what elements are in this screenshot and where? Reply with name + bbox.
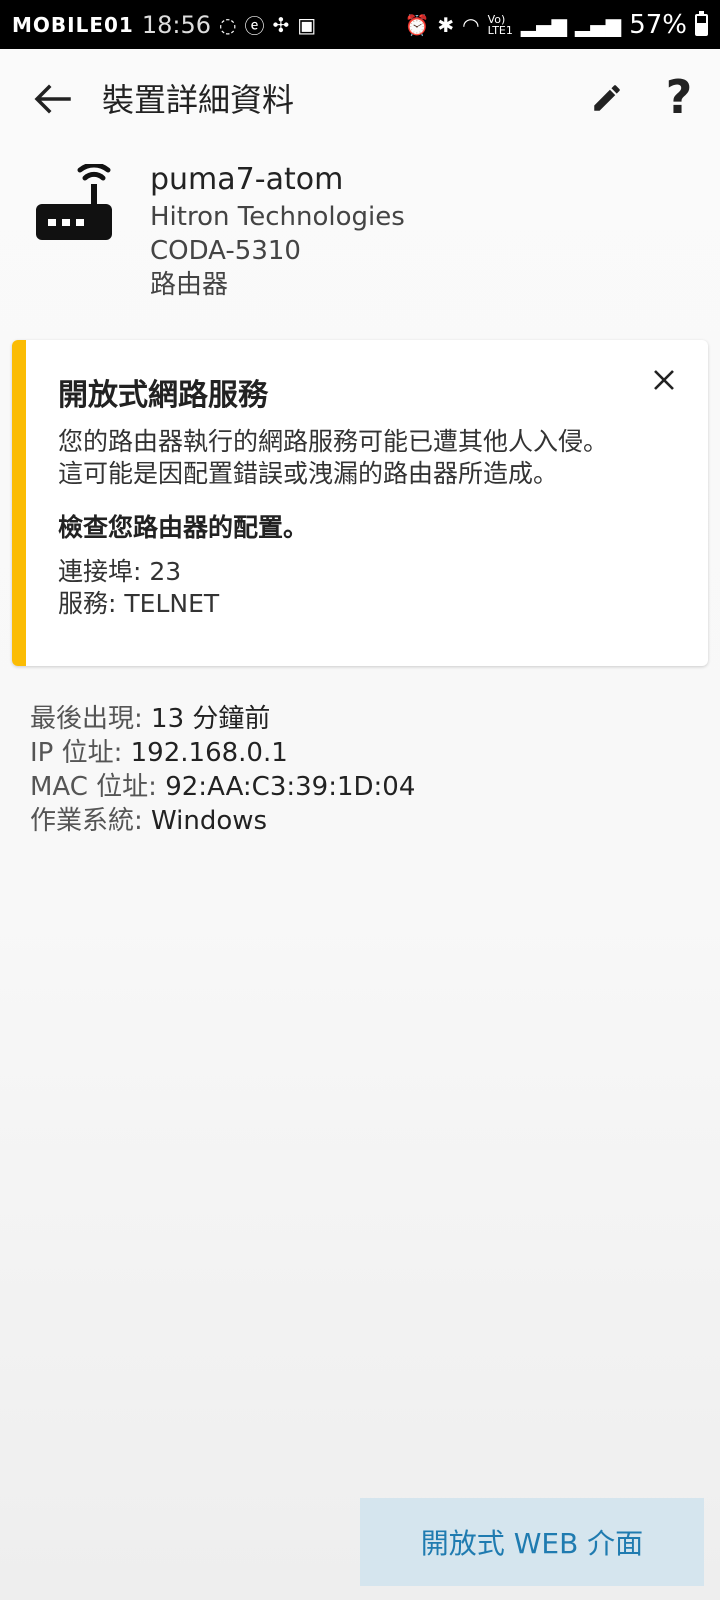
mac-row: MAC 位址: 92:AA:C3:39:1D:04	[30, 770, 415, 804]
watermark: MOBILE01	[12, 12, 134, 37]
bluetooth-icon: ✱	[437, 12, 455, 37]
battery-icon	[695, 10, 708, 36]
sync-icon: ◌	[219, 12, 237, 37]
ip-row: IP 位址: 192.168.0.1	[30, 736, 415, 770]
app-bar: 裝置詳細資料 ?	[0, 49, 720, 145]
page-title: 裝置詳細資料	[102, 81, 295, 119]
edit-button[interactable]	[584, 75, 630, 121]
alert-port-row: 連接埠: 23	[58, 556, 219, 588]
volte-icon: Vo) LTE1	[487, 12, 513, 37]
service-value: TELNET	[124, 589, 220, 618]
battery-fill	[697, 23, 706, 34]
device-type: 路由器	[150, 270, 229, 300]
alert-action-text: 檢查您路由器的配置。	[58, 513, 309, 542]
device-info: puma7-atom Hitron Technologies CODA-5310…	[150, 160, 405, 302]
image-icon: ▣	[297, 12, 317, 37]
device-vendor: Hitron Technologies	[150, 202, 405, 232]
alert-body-line-1: 您的路由器執行的網路服務可能已遭其他人入侵。	[58, 427, 609, 456]
alert-title: 開放式網路服務	[58, 378, 268, 413]
close-icon	[654, 370, 674, 390]
router-icon	[36, 164, 112, 240]
back-button[interactable]	[30, 77, 74, 121]
os-label: 作業系統:	[30, 806, 143, 836]
open-service-alert-card: 開放式網路服務 您的路由器執行的網路服務可能已遭其他人入侵。 這可能是因配置錯誤…	[12, 340, 708, 666]
service-label: 服務:	[58, 589, 117, 618]
wifi-icon: ◠	[462, 12, 480, 37]
mac-value: 92:AA:C3:39:1D:04	[165, 772, 416, 802]
status-bar-right: ⏰ ✱ ◠ Vo) LTE1 ▂▄▆ ▂▄▆ 57%	[404, 10, 708, 40]
last-seen-value: 13 分鐘前	[151, 704, 271, 734]
signal-icon: ▂▄▆	[520, 12, 568, 37]
alert-details: 連接埠: 23 服務: TELNET	[58, 556, 219, 620]
open-web-interface-button[interactable]: 開放式 WEB 介面	[360, 1498, 704, 1586]
mac-label: MAC 位址:	[30, 772, 157, 802]
last-seen-label: 最後出現:	[30, 704, 143, 734]
battery-percent: 57%	[629, 9, 687, 40]
status-bar: MOBILE01 18:56 ◌ ⓔ ✣ ▣ ⏰ ✱ ◠ Vo) LTE1 ▂▄▆…	[0, 0, 720, 49]
signal-icon-2: ▂▄▆	[575, 12, 622, 37]
pencil-icon	[594, 85, 620, 111]
alert-body-line-2: 這可能是因配置錯誤或洩漏的路由器所造成。	[58, 459, 559, 488]
port-label: 連接埠:	[58, 557, 142, 586]
alert-body: 您的路由器執行的網路服務可能已遭其他人入侵。 這可能是因配置錯誤或洩漏的路由器所…	[58, 426, 658, 490]
device-model: CODA-5310	[150, 236, 301, 266]
e-icon: ⓔ	[244, 14, 265, 38]
device-name: puma7-atom	[150, 162, 344, 197]
alarm-icon: ⏰	[404, 12, 430, 37]
ip-label: IP 位址:	[30, 738, 123, 768]
alert-service-row: 服務: TELNET	[58, 588, 219, 620]
arrow-left-icon	[34, 84, 71, 114]
fan-icon: ✣	[272, 12, 290, 37]
os-value: Windows	[151, 806, 268, 836]
device-details: 最後出現: 13 分鐘前 IP 位址: 192.168.0.1 MAC 位址: …	[30, 702, 415, 838]
last-seen-row: 最後出現: 13 分鐘前	[30, 702, 415, 736]
status-bar-left: MOBILE01 18:56 ◌ ⓔ ✣ ▣	[12, 10, 316, 39]
device-header: puma7-atom Hitron Technologies CODA-5310…	[0, 160, 720, 310]
alert-accent-bar	[12, 340, 26, 666]
ip-value: 192.168.0.1	[130, 738, 288, 768]
alert-close-button[interactable]	[644, 360, 684, 400]
help-button[interactable]: ?	[656, 70, 702, 124]
os-row: 作業系統: Windows	[30, 804, 415, 838]
status-time: 18:56	[141, 10, 211, 39]
port-value: 23	[149, 557, 182, 586]
